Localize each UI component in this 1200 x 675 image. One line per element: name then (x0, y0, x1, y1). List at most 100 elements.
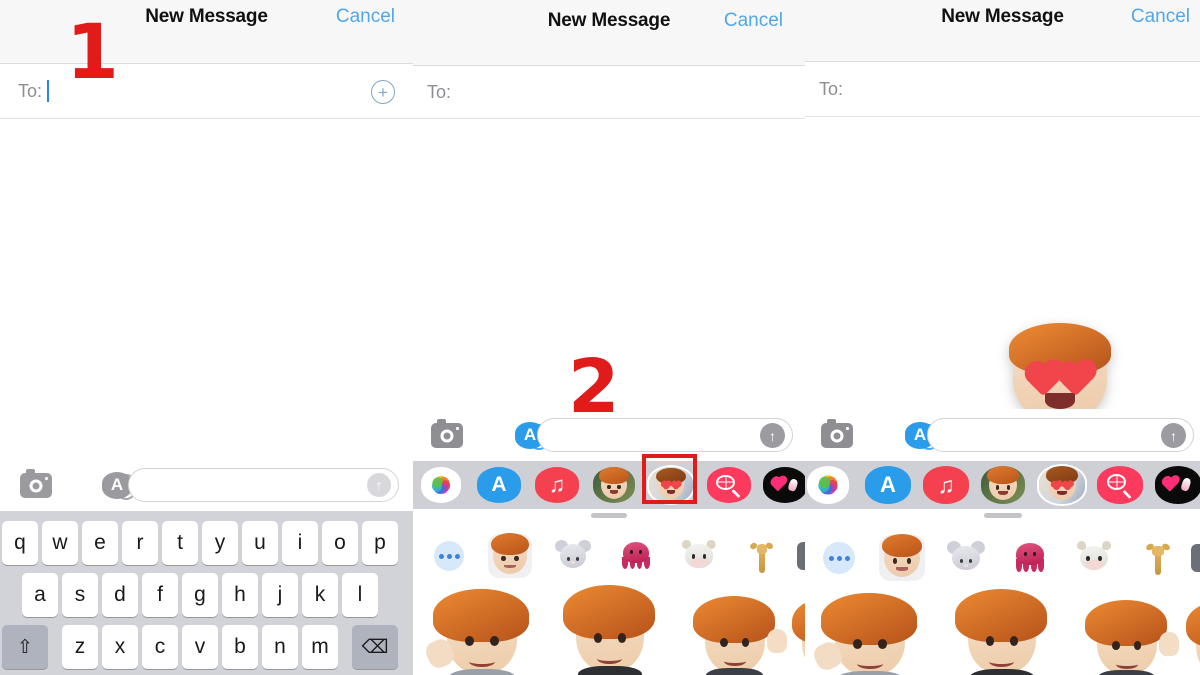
backspace-delete-icon[interactable]: ⌫ (352, 625, 398, 669)
photos-flower-icon (815, 473, 841, 497)
sticker-tab-more[interactable] (819, 538, 859, 578)
sticker-tab-mouse[interactable] (945, 537, 987, 579)
sticker-grid[interactable] (805, 589, 1200, 675)
sticker-memoji-hand-on-head[interactable] (810, 593, 919, 675)
cancel-button[interactable]: Cancel (336, 6, 395, 28)
sticker-tab-octopus[interactable] (1009, 537, 1051, 579)
key-b[interactable]: b (222, 625, 258, 669)
app-drawer-item-app-store[interactable]: A (477, 467, 521, 503)
app-drawer-item-memoji-stickers[interactable] (1039, 466, 1085, 504)
app-drawer-item-music[interactable]: ♫ (535, 467, 579, 503)
sticker-tab-cow[interactable] (1073, 537, 1115, 579)
sheet-drag-handle[interactable] (591, 513, 627, 518)
images-search-icon (1106, 473, 1134, 499)
key-n[interactable]: n (262, 625, 298, 669)
sticker-memoji-hand-on-head[interactable] (422, 589, 531, 675)
to-field-row[interactable]: To: (805, 62, 1200, 117)
sticker-tab-memoji[interactable] (879, 533, 925, 581)
mouse-head-icon (947, 540, 985, 576)
sheet-drag-handle[interactable] (983, 513, 1022, 518)
key-h[interactable]: h (222, 573, 258, 617)
sticker-tab-cow[interactable] (679, 536, 719, 576)
app-drawer-item-memoji[interactable] (981, 466, 1025, 504)
camera-icon[interactable] (431, 418, 463, 448)
to-field-row[interactable]: To: + (0, 64, 413, 119)
key-z[interactable]: z (62, 625, 98, 669)
send-button[interactable]: ↑ (367, 473, 391, 497)
key-g[interactable]: g (182, 573, 218, 617)
sticker-memoji-partial[interactable] (791, 597, 805, 675)
key-w[interactable]: w (42, 521, 78, 565)
key-v[interactable]: v (182, 625, 218, 669)
to-field-label: To: (427, 81, 452, 102)
camera-icon[interactable] (20, 468, 52, 498)
sticker-pack-tabs[interactable] (413, 529, 805, 583)
key-t[interactable]: t (162, 521, 198, 565)
message-input-bar: A ↑ (0, 459, 413, 511)
key-r[interactable]: r (122, 521, 158, 565)
key-c[interactable]: c (142, 625, 178, 669)
key-l[interactable]: l (342, 573, 378, 617)
app-drawer-item-music[interactable]: ♫ (923, 466, 969, 504)
to-field-label: To: (819, 78, 844, 99)
app-drawer-item-images[interactable] (707, 467, 751, 503)
key-y[interactable]: y (202, 521, 238, 565)
sticker-memoji-smiling[interactable] (561, 585, 657, 675)
app-store-icon: A (491, 473, 507, 496)
keyboard-row-1: q w e r t y u i o p (2, 521, 398, 565)
key-x[interactable]: x (102, 625, 138, 669)
app-drawer-item-photos[interactable] (421, 467, 461, 503)
sticker-memoji-waving[interactable] (1083, 599, 1180, 675)
key-e[interactable]: e (82, 521, 118, 565)
sticker-pack-tabs[interactable] (805, 531, 1200, 585)
key-o[interactable]: o (322, 521, 358, 565)
key-a[interactable]: a (22, 573, 58, 617)
key-s[interactable]: s (62, 573, 98, 617)
key-d[interactable]: d (102, 573, 138, 617)
key-f[interactable]: f (142, 573, 178, 617)
key-q[interactable]: q (2, 521, 38, 565)
sticker-tab-giraffe[interactable] (742, 536, 782, 576)
sticker-tab-more[interactable] (429, 536, 469, 576)
sticker-tab-octopus[interactable] (616, 536, 656, 576)
app-drawer-item-memoji[interactable] (593, 467, 635, 503)
add-contact-icon[interactable]: + (371, 80, 395, 104)
sticker-tab-robot[interactable] (797, 536, 805, 576)
robot-head-icon (1191, 544, 1200, 572)
key-p[interactable]: p (362, 521, 398, 565)
key-i[interactable]: i (282, 521, 318, 565)
send-button[interactable]: ↑ (760, 423, 785, 448)
app-drawer-item-app-store[interactable]: A (865, 466, 911, 504)
sticker-memoji-smiling[interactable] (953, 589, 1049, 675)
digital-touch-icon (771, 474, 799, 496)
app-drawer-item-digital-touch[interactable] (1155, 466, 1200, 504)
key-j[interactable]: j (262, 573, 298, 617)
sticker-tab-mouse[interactable] (553, 536, 593, 576)
camera-icon[interactable] (821, 418, 853, 448)
message-text-input[interactable] (927, 418, 1194, 452)
key-m[interactable]: m (302, 625, 338, 669)
key-k[interactable]: k (302, 573, 338, 617)
key-u[interactable]: u (242, 521, 278, 565)
cancel-button[interactable]: Cancel (1131, 6, 1190, 28)
text-cursor (47, 80, 50, 102)
sticker-memoji-partial[interactable] (1185, 601, 1200, 675)
sticker-tab-giraffe[interactable] (1137, 537, 1179, 579)
sticker-grid[interactable] (413, 585, 805, 675)
sticker-memoji-waving[interactable] (691, 595, 788, 675)
app-drawer-item-images[interactable] (1097, 466, 1143, 504)
onscreen-keyboard[interactable]: q w e r t y u i o p a s d f g h j k l ⇧ … (0, 511, 413, 675)
to-field-row[interactable]: To: (413, 66, 805, 119)
send-button[interactable]: ↑ (1161, 423, 1186, 448)
sticker-tab-memoji[interactable] (488, 532, 532, 578)
shift-up-arrow-icon[interactable]: ⇧ (2, 625, 48, 669)
imessage-app-drawer[interactable]: A ♫ (805, 461, 1200, 509)
giraffe-icon (745, 538, 779, 574)
cancel-button[interactable]: Cancel (724, 10, 783, 32)
message-text-input[interactable] (128, 468, 399, 502)
app-drawer-item-digital-touch[interactable] (763, 467, 805, 503)
robot-head-icon (797, 542, 805, 570)
imessage-app-drawer[interactable]: A ♫ (413, 461, 805, 509)
app-drawer-item-photos[interactable] (807, 466, 849, 504)
sticker-tab-robot[interactable] (1191, 538, 1200, 578)
